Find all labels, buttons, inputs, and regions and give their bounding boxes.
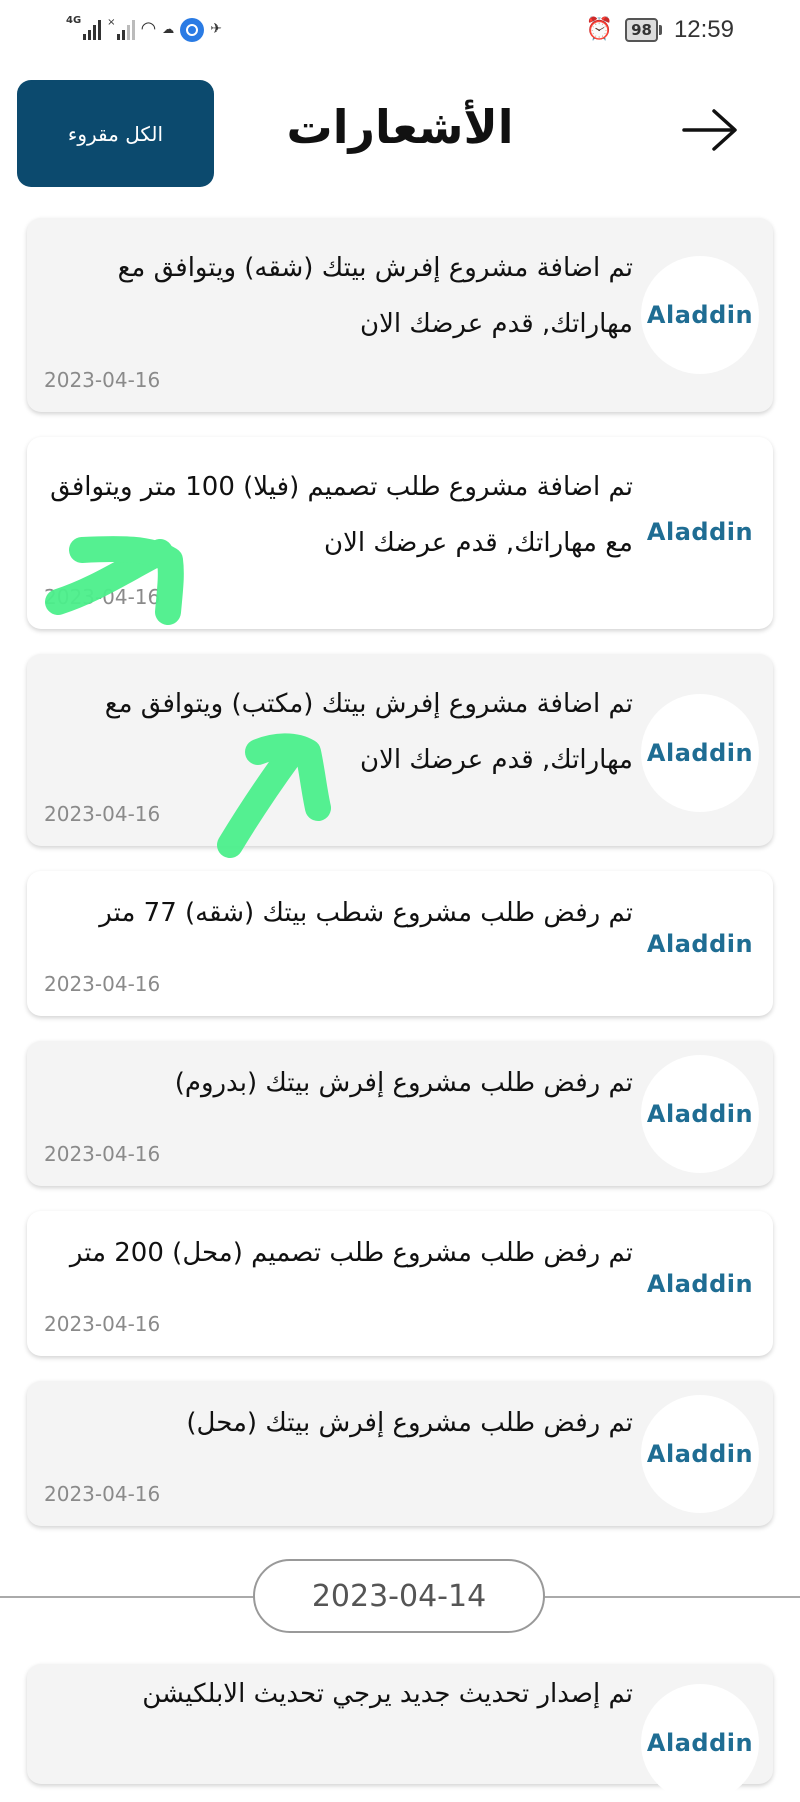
notification-date: 2023-04-16 [44, 1482, 161, 1506]
notification-card[interactable]: Aladdin تم رفض طلب مشروع إفرش بيتك (محل)… [27, 1381, 773, 1526]
aladdin-logo: Aladdin [641, 1395, 759, 1513]
aladdin-logo: Aladdin [641, 1684, 759, 1802]
arrow-right-icon[interactable] [680, 108, 740, 152]
aladdin-logo: Aladdin [641, 1055, 759, 1173]
notification-card[interactable]: Aladdin تم إصدار تحديث جديد يرجي تحديث ا… [27, 1664, 773, 1802]
aladdin-logo: Aladdin [641, 473, 759, 591]
clock: 12:59 [673, 16, 734, 43]
notification-text: تم اضافة مشروع إفرش بيتك (مكتب) ويتوافق … [104, 689, 633, 775]
header: الكل مقروء الأشعارات [0, 78, 800, 188]
status-bar: 4G × ◠ ☁ ✈ ⏰ 98 12:59 [0, 0, 800, 62]
status-left: 4G × ◠ ☁ ✈ [66, 15, 223, 42]
notification-text: تم اضافة مشروع إفرش بيتك (شقه) ويتوافق م… [117, 253, 633, 339]
notification-card[interactable]: Aladdin تم رفض طلب مشروع شطب بيتك (شقه) … [27, 871, 773, 1016]
notification-list: Aladdin تم اضافة مشروع إفرش بيتك (شقه) و… [27, 218, 773, 1551]
notification-date: 2023-04-16 [44, 972, 161, 996]
aladdin-logo: Aladdin [641, 256, 759, 374]
signal-icon [83, 18, 102, 40]
notification-text: تم إصدار تحديث جديد يرجي تحديث الابلكيشن [142, 1679, 633, 1709]
notification-date: 2023-04-16 [44, 585, 161, 609]
network-type: 4G [66, 15, 82, 26]
battery-level: 98 [625, 18, 658, 42]
notification-card[interactable]: Aladdin تم رفض طلب مشروع طلب تصميم (محل)… [27, 1211, 773, 1356]
notification-text: تم رفض طلب مشروع طلب تصميم (محل) 200 متر [69, 1238, 633, 1268]
notification-date: 2023-04-16 [44, 802, 161, 826]
cloud-icon: ☁ [162, 22, 175, 36]
date-separator: 2023-04-14 [253, 1559, 545, 1633]
notification-text: تم رفض طلب مشروع إفرش بيتك (محل) [186, 1408, 633, 1438]
notification-date: 2023-04-16 [44, 368, 161, 392]
aladdin-logo: Aladdin [641, 694, 759, 812]
app-notification-icon [180, 18, 205, 42]
notification-card[interactable]: Aladdin تم اضافة مشروع إفرش بيتك (شقه) و… [27, 218, 773, 412]
wifi-icon: ◠ [140, 18, 157, 39]
aladdin-logo: Aladdin [641, 885, 759, 1003]
notification-text: تم رفض طلب مشروع شطب بيتك (شقه) 77 متر [99, 898, 633, 928]
battery-icon: 98 [625, 18, 662, 42]
status-right: ⏰ 98 12:59 [586, 16, 734, 44]
alarm-icon: ⏰ [585, 17, 614, 42]
notification-card[interactable]: Aladdin تم رفض طلب مشروع إفرش بيتك (بدرو… [27, 1041, 773, 1186]
notification-card[interactable]: Aladdin تم اضافة مشروع طلب تصميم (فيلا) … [27, 437, 773, 629]
aladdin-logo: Aladdin [641, 1225, 759, 1343]
bird-icon: ✈ [210, 21, 223, 37]
notification-date: 2023-04-16 [44, 1142, 161, 1166]
notification-text: تم رفض طلب مشروع إفرش بيتك (بدروم) [174, 1068, 633, 1098]
signal-2-icon [116, 18, 135, 40]
notification-text: تم اضافة مشروع طلب تصميم (فيلا) 100 متر … [50, 472, 633, 558]
no-signal-x-icon: × [107, 17, 116, 28]
notification-card[interactable]: Aladdin تم اضافة مشروع إفرش بيتك (مكتب) … [27, 654, 773, 846]
notification-date: 2023-04-16 [44, 1312, 161, 1336]
